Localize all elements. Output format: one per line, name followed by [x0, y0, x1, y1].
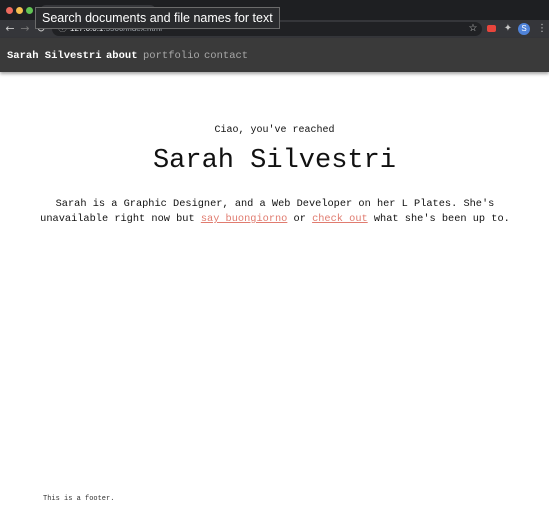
- profile-avatar[interactable]: S: [518, 23, 530, 35]
- extension-icon[interactable]: [487, 25, 496, 32]
- zoom-window-button[interactable]: [26, 7, 33, 14]
- close-window-button[interactable]: [6, 7, 13, 14]
- bookmark-star-icon[interactable]: ☆: [467, 22, 479, 36]
- back-arrow-icon[interactable]: ←: [3, 22, 17, 36]
- say-buongiorno-link[interactable]: say buongiorno: [201, 213, 288, 225]
- site-nav: Sarah Silvestri about portfolio contact: [0, 38, 549, 72]
- browser-chrome: ← → ↻ ⓘ 127.0.0.1:5500/index.html ☆ ✦ S …: [0, 0, 549, 38]
- check-out-link[interactable]: check out: [312, 213, 368, 225]
- site-brand[interactable]: Sarah Silvestri: [7, 50, 102, 62]
- page-title: Sarah Silvestri: [152, 146, 397, 176]
- nav-link-about[interactable]: about: [106, 50, 138, 62]
- greeting-text: Ciao, you've reached: [214, 125, 335, 136]
- minimize-window-button[interactable]: [16, 7, 23, 14]
- intro-text-mid: or: [287, 213, 313, 225]
- nav-link-contact[interactable]: contact: [204, 50, 248, 62]
- nav-link-portfolio[interactable]: portfolio: [143, 50, 200, 62]
- intro-paragraph: Sarah is a Graphic Designer, and a Web D…: [40, 197, 510, 227]
- search-tooltip: Search documents and file names for text: [35, 7, 280, 29]
- intro-text-end: what she's been up to.: [367, 213, 510, 225]
- extensions-puzzle-icon[interactable]: ✦: [502, 22, 514, 36]
- menu-dots-icon[interactable]: ⋮: [536, 22, 548, 36]
- forward-arrow-icon[interactable]: →: [18, 22, 32, 36]
- page-footer: This is a footer.: [43, 495, 115, 503]
